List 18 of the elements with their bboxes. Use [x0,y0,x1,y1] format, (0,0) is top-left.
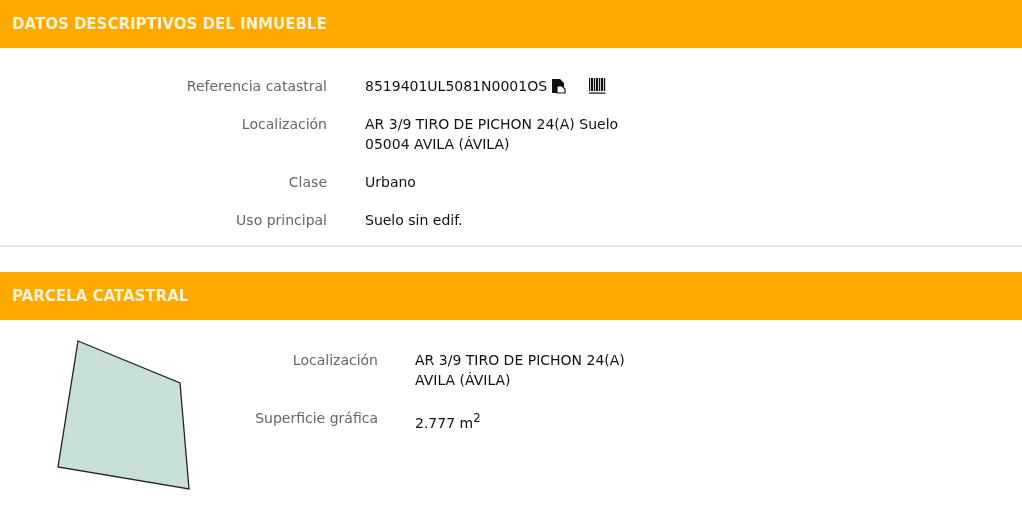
field-label: Superficie gráfica [254,409,378,428]
field-value: 05004 AVILA (ÁVILA) [365,135,511,154]
field-value: Suelo sin edif. [365,211,464,230]
field-value: AR 3/9 TIRO DE PICHON 24(A) Suelo [365,115,620,134]
field-label: Clase [287,173,327,192]
field-label: Localización [240,115,327,134]
field-label: Uso principal [235,211,327,230]
field-label: Referencia catastral [185,77,327,96]
field-value: AVILA (ÁVILA) [415,371,512,390]
field-value: 2.777 m$^{2}$ [415,410,482,433]
barcode-icon[interactable] [589,78,607,94]
field-value: Urbano [365,173,417,192]
copy-icon[interactable] [551,78,568,94]
section-title: DATOS DESCRIPTIVOS DEL INMUEBLE [12,15,327,33]
section-title: PARCELA CATASTRAL [12,287,189,305]
field-value: AR 3/9 TIRO DE PICHON 24(A) [415,351,625,370]
field-label: Localización [291,351,378,370]
field-value: 8519401UL5081N0001OS [365,77,548,96]
